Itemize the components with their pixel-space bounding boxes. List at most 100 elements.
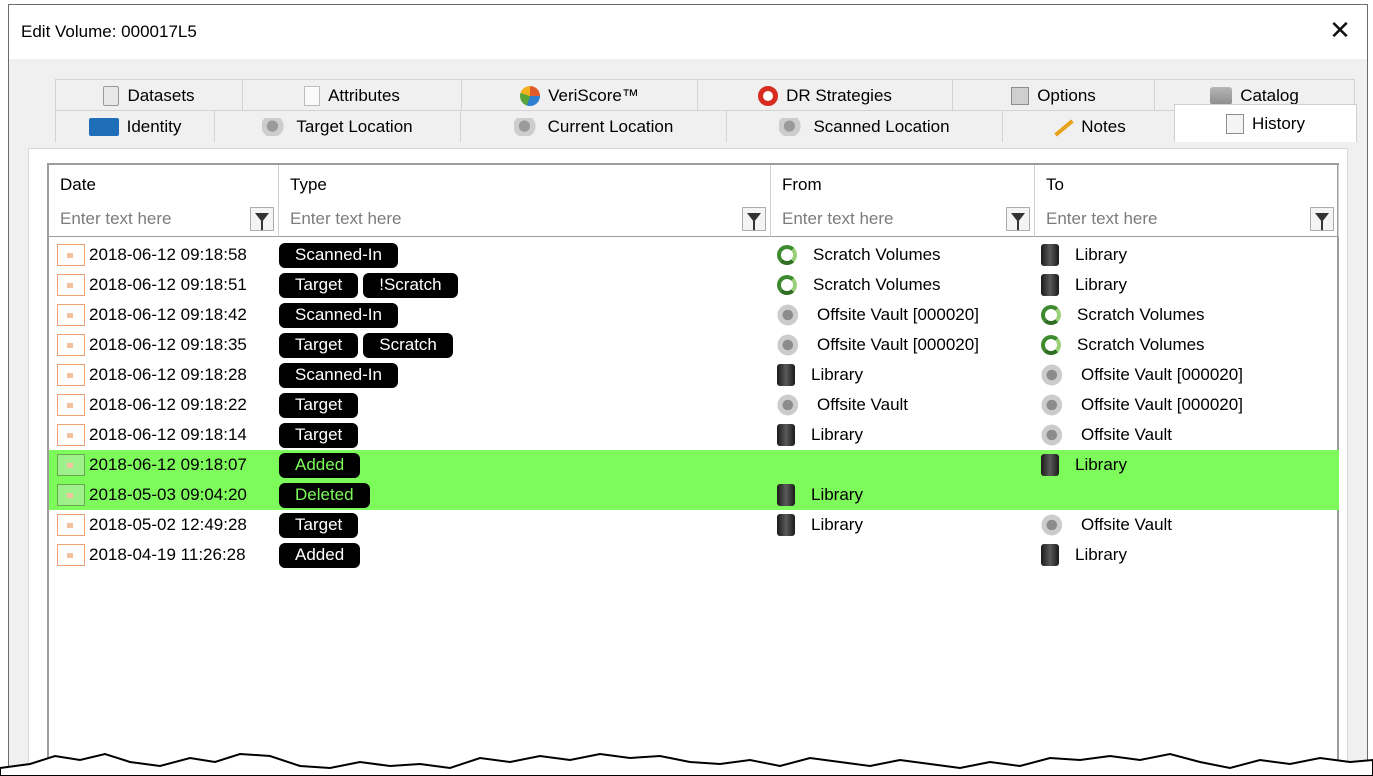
to-cell: Scratch Volumes (1035, 300, 1339, 330)
vault-icon (777, 334, 801, 356)
to-cell: Offsite Vault [000020] (1035, 390, 1339, 420)
to-cell: Library (1035, 270, 1339, 300)
type-cell: Target !Scratch (279, 270, 771, 300)
table-row[interactable]: 2018-06-12 09:18:42 Scanned-In Offsite Vau… (49, 300, 1339, 330)
filter-input-date[interactable]: Enter text here (60, 209, 172, 229)
table-row[interactable]: 2018-06-12 09:18:07 Added Library (49, 450, 1339, 480)
type-cell: Deleted (279, 480, 771, 510)
from-cell: Library (771, 510, 1035, 540)
to-location: Library (1075, 245, 1127, 264)
tab-dr-strategies[interactable]: DR Strategies (697, 79, 953, 111)
type-cell: Scanned-In (279, 360, 771, 390)
close-button[interactable]: ✕ (1325, 15, 1355, 45)
table-row[interactable]: 2018-06-12 09:18:22 Target Offsite Vault Of… (49, 390, 1339, 420)
tab-target-location[interactable]: Target Location (214, 110, 461, 142)
calendar-icon (57, 484, 85, 506)
type-badge: Target (279, 512, 359, 538)
column-header-from[interactable]: From Enter text here (771, 165, 1035, 237)
type-cell: Target Scratch (279, 330, 771, 360)
calendar-icon (57, 424, 85, 446)
tab-label: Options (1037, 85, 1096, 105)
tab-datasets[interactable]: Datasets (55, 79, 243, 111)
tab-label: DR Strategies (786, 85, 892, 105)
column-label: From (782, 175, 822, 194)
type-badge: Scanned-In (279, 362, 398, 388)
date-text: 2018-06-12 09:18:35 (89, 335, 247, 354)
tab-identity[interactable]: Identity (55, 110, 215, 142)
library-icon (777, 514, 795, 536)
table-row[interactable]: 2018-04-19 11:26:28 Added Library (49, 540, 1339, 570)
column-label: To (1046, 175, 1064, 194)
tab-veriscore[interactable]: VeriScore™ (461, 79, 698, 111)
filter-input-from[interactable]: Enter text here (782, 209, 894, 229)
from-cell: Scratch Volumes (771, 240, 1035, 270)
type-badge: Scanned-In (279, 242, 398, 268)
type-cell: Target (279, 420, 771, 450)
to-location: Library (1075, 455, 1127, 474)
calendar-icon (57, 244, 85, 266)
filter-input-to[interactable]: Enter text here (1046, 209, 1158, 229)
column-header-type[interactable]: Type Enter text here (279, 165, 771, 237)
column-header-to[interactable]: To Enter text here (1035, 165, 1339, 237)
date-cell: 2018-06-12 09:18:28 (49, 360, 279, 390)
table-row[interactable]: 2018-06-12 09:18:28 Scanned-In Library Offs… (49, 360, 1339, 390)
to-cell: Library (1035, 240, 1339, 270)
date-cell: 2018-06-12 09:18:42 (49, 300, 279, 330)
calendar-icon (57, 364, 85, 386)
history-tab-panel: Date Enter text here Type Enter text her… (28, 148, 1348, 776)
calendar-icon (57, 454, 85, 476)
table-row[interactable]: 2018-06-12 09:18:35 Target Scratch Offsite … (49, 330, 1339, 360)
to-location: Offsite Vault (1081, 425, 1173, 444)
from-location: Library (811, 485, 863, 504)
dialog-client-area: Datasets Attributes VeriScore™ DR Strate… (9, 59, 1367, 776)
to-cell (1035, 480, 1339, 510)
filter-button[interactable] (1006, 207, 1030, 231)
table-row[interactable]: 2018-05-03 09:04:20 Deleted Library (49, 480, 1339, 510)
from-cell: Offsite Vault [000020] (771, 300, 1035, 330)
from-cell (771, 450, 1035, 480)
tab-attributes[interactable]: Attributes (242, 79, 462, 111)
to-location: Scratch Volumes (1077, 305, 1205, 324)
date-cell: 2018-06-12 09:18:35 (49, 330, 279, 360)
tab-history[interactable]: History (1174, 104, 1357, 142)
tab-label: Target Location (296, 116, 413, 136)
type-badge: Scratch (363, 332, 453, 358)
date-text: 2018-06-12 09:18:58 (89, 245, 247, 264)
filter-button[interactable] (250, 207, 274, 231)
options-icon (1011, 86, 1030, 105)
filter-button[interactable] (1310, 207, 1334, 231)
date-cell: 2018-05-02 12:49:28 (49, 510, 279, 540)
tab-scanned-location[interactable]: Scanned Location (726, 110, 1003, 142)
calendar-icon (57, 544, 85, 566)
column-label: Date (60, 175, 96, 194)
from-location: Scratch Volumes (813, 245, 941, 264)
from-cell: Library (771, 480, 1035, 510)
from-cell: Scratch Volumes (771, 270, 1035, 300)
scratch-icon (777, 245, 797, 265)
to-cell: Offsite Vault (1035, 420, 1339, 450)
date-text: 2018-06-12 09:18:28 (89, 365, 247, 384)
tab-notes[interactable]: Notes (1002, 110, 1175, 142)
library-icon (1041, 274, 1059, 296)
table-row[interactable]: 2018-06-12 09:18:14 Target Library Offsite … (49, 420, 1339, 450)
tab-row-back: Datasets Attributes VeriScore™ DR Strate… (55, 79, 1355, 111)
from-location: Library (811, 425, 863, 444)
tab-options[interactable]: Options (952, 79, 1155, 111)
tab-label: Current Location (547, 116, 674, 136)
veriscore-icon (520, 85, 541, 106)
torn-edge-decoration (0, 752, 1373, 776)
tab-label: Datasets (127, 85, 195, 105)
filter-input-type[interactable]: Enter text here (290, 209, 402, 229)
tab-current-location[interactable]: Current Location (460, 110, 727, 142)
table-row[interactable]: 2018-05-02 12:49:28 Target Library Offsite … (49, 510, 1339, 540)
library-icon (1041, 454, 1059, 476)
date-cell: 2018-04-19 11:26:28 (49, 540, 279, 570)
table-row[interactable]: 2018-06-12 09:18:58 Scanned-In Scratch Vol… (49, 240, 1339, 270)
tab-label: Catalog (1240, 85, 1299, 105)
table-row[interactable]: 2018-06-12 09:18:51 Target !Scratch Scratch… (49, 270, 1339, 300)
column-header-date[interactable]: Date Enter text here (49, 165, 279, 237)
date-text: 2018-06-12 09:18:51 (89, 275, 247, 294)
filter-button[interactable] (742, 207, 766, 231)
calendar-icon (57, 304, 85, 326)
library-icon (1041, 244, 1059, 266)
